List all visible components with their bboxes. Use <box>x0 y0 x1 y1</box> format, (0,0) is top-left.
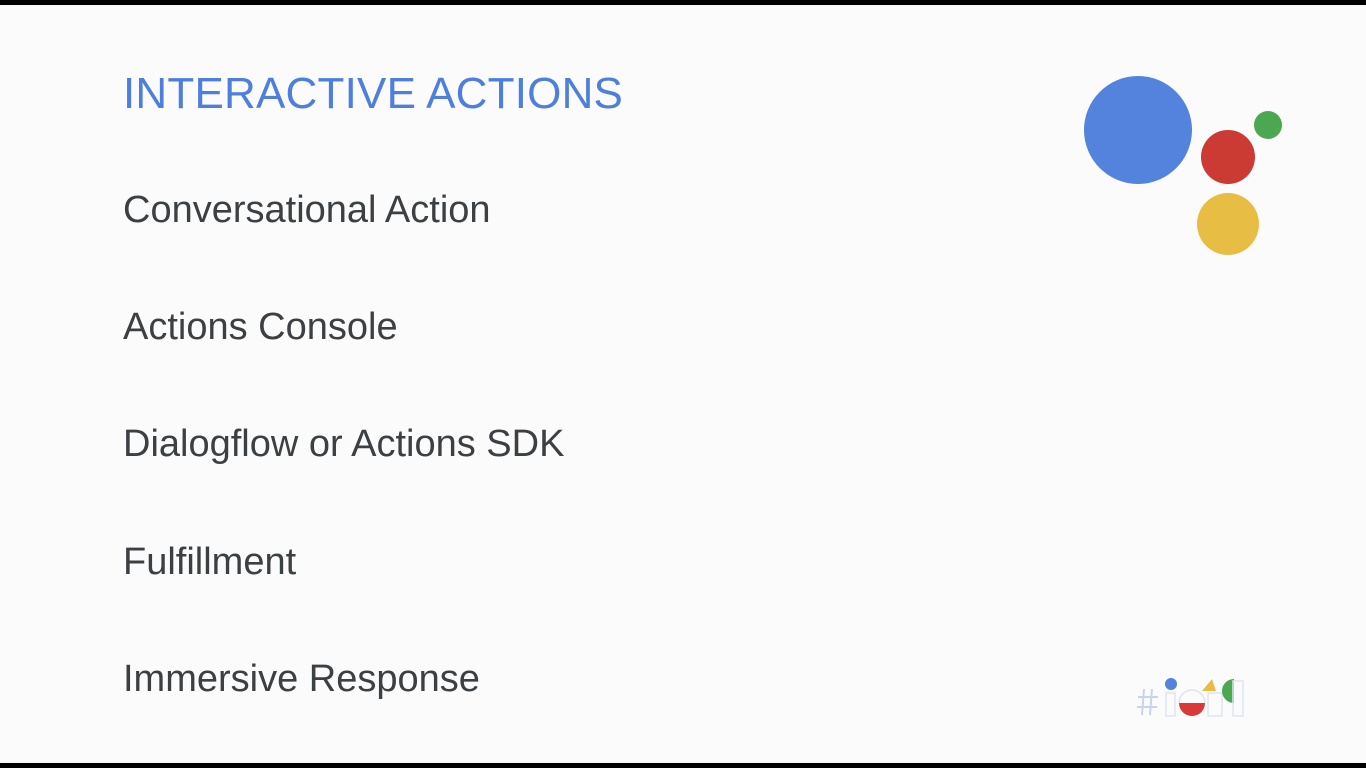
list-item: Dialogflow or Actions SDK <box>123 423 565 465</box>
google-io-icon <box>1137 678 1244 717</box>
list-item: Fulfillment <box>123 541 297 583</box>
assistant-blue-dot <box>1084 76 1192 184</box>
slide: INTERACTIVE ACTIONS Conversational Actio… <box>0 5 1366 763</box>
list-item: Actions Console <box>123 306 398 348</box>
list-item: Conversational Action <box>123 189 491 231</box>
assistant-red-dot <box>1201 130 1255 184</box>
assistant-yellow-dot <box>1197 193 1259 255</box>
list-item: Immersive Response <box>123 658 480 700</box>
assistant-green-dot <box>1254 111 1282 139</box>
slide-title: INTERACTIVE ACTIONS <box>123 69 624 118</box>
google-assistant-icon <box>1084 76 1282 255</box>
